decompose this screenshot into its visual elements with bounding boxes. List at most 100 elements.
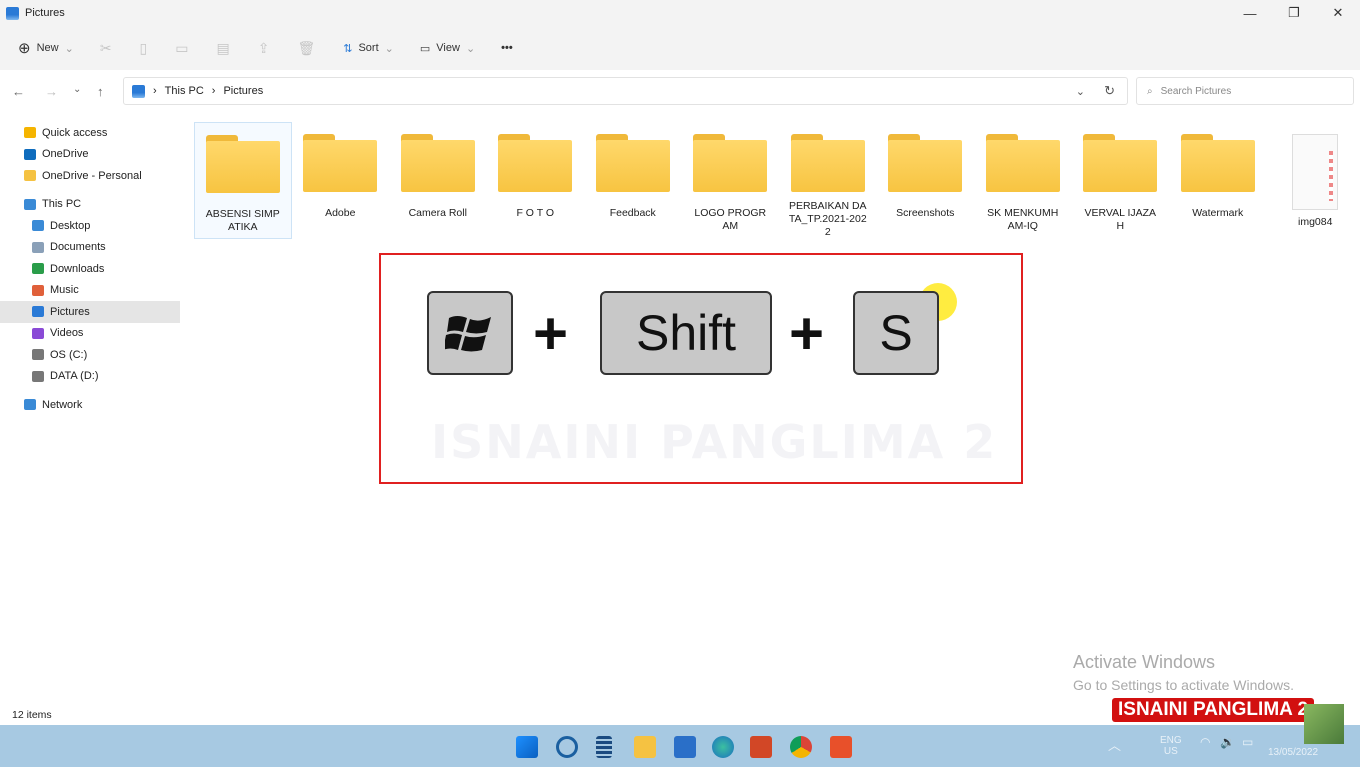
clock-date[interactable]: 13/05/2022 (1268, 747, 1318, 758)
monitor-icon: ▭ (419, 42, 431, 55)
powerpoint-icon[interactable] (750, 736, 772, 758)
activate-windows-notice: Activate Windows Go to Settings to activ… (1073, 652, 1294, 693)
plus-sign: + (789, 300, 825, 367)
close-button[interactable]: ✕ (1316, 0, 1360, 26)
file-item[interactable]: Screenshots (877, 122, 975, 239)
battery-icon[interactable]: ▭ (1242, 735, 1253, 749)
delete-button[interactable]: 🗑 (297, 40, 315, 57)
up-arrow-icon[interactable]: ↑ (97, 84, 104, 99)
sidebar-item-label: Music (50, 284, 79, 297)
language-indicator[interactable]: ENG US (1160, 735, 1182, 757)
folder-icon (1083, 134, 1158, 192)
plus-sign: + (533, 300, 569, 367)
store-icon[interactable] (674, 736, 696, 758)
volume-icon[interactable]: 🔉 (1220, 735, 1235, 749)
sidebar-item[interactable]: Videos (0, 323, 180, 345)
show-hidden-icons-chevron-icon[interactable]: ︿ (1108, 735, 1121, 754)
sidebar-item[interactable]: Music (0, 280, 180, 302)
copy-button[interactable]: ▯ (140, 40, 148, 57)
rename-icon: ▤ (216, 39, 230, 56)
file-item[interactable]: F O T O (487, 122, 585, 239)
file-name: SK MENKUMHAM-IQ (987, 207, 1059, 232)
sidebar-item[interactable]: Documents (0, 237, 180, 259)
share-button[interactable]: ⇪ (258, 40, 270, 57)
refresh-icon[interactable]: ↻ (1104, 83, 1115, 99)
music-icon (32, 284, 44, 296)
maximize-button[interactable]: ❐ (1272, 0, 1316, 26)
rename-button[interactable]: ▤ (217, 40, 230, 57)
share-icon: ⇪ (257, 39, 270, 56)
sidebar-item-label: Downloads (50, 262, 105, 275)
sidebar-item[interactable]: OneDrive - Personal (0, 165, 180, 187)
file-name: Adobe (325, 207, 356, 219)
sidebar-item[interactable]: DATA (D:) (0, 366, 180, 388)
task-view-icon[interactable] (596, 736, 612, 758)
cut-button[interactable]: ✂ (100, 40, 112, 57)
file-item[interactable]: SK MENKUMHAM-IQ (974, 122, 1072, 239)
file-grid: ABSENSI SIMPATIKA Adobe Camera Roll F O T O… (194, 122, 1360, 239)
sidebar-item[interactable]: OS (C:) (0, 344, 180, 366)
breadcrumb-this-pc[interactable]: This PC (165, 85, 204, 97)
file-item[interactable]: Watermark (1169, 122, 1267, 239)
chrome-icon[interactable] (790, 736, 812, 758)
computer-icon (24, 198, 36, 210)
file-item[interactable]: PERBAIKAN DATA_TP.2021-2022 (779, 122, 877, 239)
sidebar-item-label: OneDrive (42, 148, 89, 161)
start-button[interactable] (516, 736, 538, 758)
forward-arrow-icon[interactable]: → (45, 84, 58, 99)
address-bar[interactable]: › This PC › Pictures ⌄ ↻ (123, 77, 1128, 105)
file-item[interactable]: LOGO PROGRAM (682, 122, 780, 239)
copy-icon: ▯ (139, 39, 148, 56)
file-name: PERBAIKAN DATA_TP.2021-2022 (788, 200, 867, 238)
edge-icon[interactable] (712, 736, 734, 758)
chevron-down-icon[interactable]: ⌄ (1076, 85, 1085, 98)
minimize-button[interactable]: — (1228, 0, 1272, 26)
file-item[interactable]: Camera Roll (389, 122, 487, 239)
sort-button[interactable]: ⇅ Sort ⌄ (343, 42, 394, 55)
folder-icon (1180, 134, 1255, 192)
sidebar-item[interactable]: Desktop (0, 215, 180, 237)
file-item[interactable]: Adobe (292, 122, 390, 239)
file-explorer-icon[interactable] (634, 736, 656, 758)
folder-icon (985, 134, 1060, 192)
sidebar-item-label: Quick access (42, 126, 108, 139)
file-name: LOGO PROGRAM (694, 207, 767, 232)
sidebar-item[interactable]: OneDrive (0, 144, 180, 166)
new-button[interactable]: ⊕ New ⌄ (18, 39, 74, 57)
file-item[interactable]: img084 (1267, 122, 1360, 239)
desktop-icon (32, 220, 44, 232)
file-item[interactable]: VERVAL IJAZAH (1072, 122, 1170, 239)
camtasia-icon[interactable] (830, 736, 852, 758)
file-name: img084 (1298, 216, 1333, 228)
sidebar-item[interactable]: Downloads (0, 258, 180, 280)
sidebar-item[interactable]: This PC (0, 194, 180, 216)
trash-icon: 🗑 (297, 39, 316, 56)
sidebar-item-label: OneDrive - Personal (42, 169, 142, 182)
sidebar-item[interactable]: Network (0, 394, 180, 416)
wifi-icon[interactable]: ◠ (1200, 735, 1210, 749)
title-bar: Pictures — ❐ ✕ (0, 0, 1360, 26)
more-button[interactable]: ••• (501, 42, 513, 54)
star-icon (24, 127, 36, 139)
search-taskbar-icon[interactable] (556, 736, 578, 758)
folder-icon (888, 134, 963, 192)
breadcrumb-pictures[interactable]: Pictures (223, 85, 263, 97)
s-key: S (853, 291, 939, 375)
file-item[interactable]: Feedback (584, 122, 682, 239)
file-item[interactable]: ABSENSI SIMPATIKA (194, 122, 292, 239)
view-button[interactable]: ▭ View ⌄ (420, 42, 475, 55)
paste-button[interactable]: ▭ (175, 40, 188, 57)
cloud-icon (24, 148, 36, 160)
navigation-pane: Quick access OneDrive OneDrive - Personal T… (0, 122, 180, 416)
windows-key (427, 291, 513, 375)
sidebar-item-label: Documents (50, 241, 106, 254)
sidebar-item-label: DATA (D:) (50, 370, 99, 383)
recent-chevron-icon[interactable]: ⌄ (73, 84, 81, 95)
sidebar-item[interactable]: Pictures (0, 301, 180, 323)
sidebar-item[interactable]: Quick access (0, 122, 180, 144)
shortcut-overlay: + Shift + S ISNAINI PANGLIMA 2 (379, 253, 1023, 484)
sidebar-item-label: This PC (42, 198, 82, 211)
search-input[interactable]: ⌕ Search Pictures (1136, 77, 1354, 105)
plus-circle-icon: ⊕ (18, 40, 31, 57)
back-arrow-icon[interactable]: ← (12, 84, 25, 99)
